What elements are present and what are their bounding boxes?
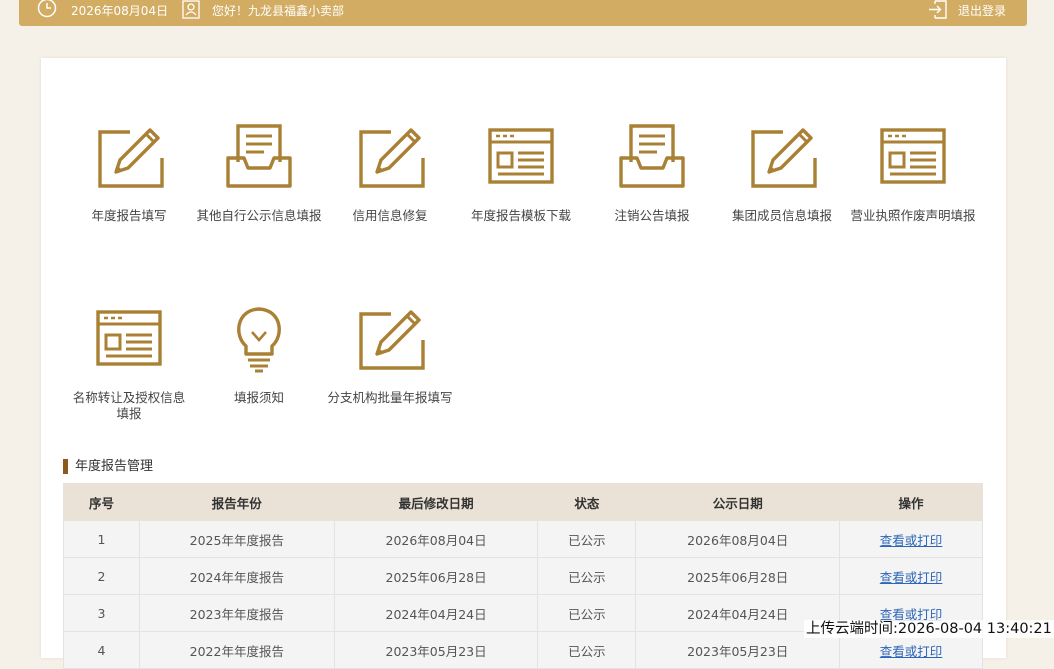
cell-status: 已公示 xyxy=(537,520,637,558)
user-icon xyxy=(182,0,200,19)
current-date: 2026年08月04日 xyxy=(71,3,169,18)
tile-label: 注销公告填报 xyxy=(614,208,690,223)
column-header: 操作 xyxy=(839,483,983,521)
tile-label: 其他自行公示信息填报 xyxy=(196,208,322,223)
cell-year: 2025年年度报告 xyxy=(138,520,335,558)
lightbulb-icon xyxy=(224,304,294,374)
column-header: 公示日期 xyxy=(635,483,841,521)
tile-annual-report-fill[interactable]: 年度报告填写 xyxy=(63,122,195,224)
edit-form-icon xyxy=(747,122,817,192)
table-row: 1 2025年年度报告 2026年08月04日 已公示 2026年08月04日 … xyxy=(63,520,983,558)
cell-action: 查看或打印 xyxy=(839,557,983,595)
cell-published: 2026年08月04日 xyxy=(635,520,841,558)
tile-label: 年度报告填写 xyxy=(91,208,167,223)
table-row: 2 2024年年度报告 2025年06月28日 已公示 2025年06月28日 … xyxy=(63,557,983,595)
tile-license-void[interactable]: 营业执照作废声明填报 xyxy=(847,122,979,224)
clock-icon xyxy=(37,0,57,18)
view-print-link[interactable]: 查看或打印 xyxy=(880,644,943,659)
column-header: 最后修改日期 xyxy=(333,483,539,521)
inbox-tray-icon xyxy=(617,122,687,192)
inbox-tray-icon xyxy=(224,122,294,192)
cell-status: 已公示 xyxy=(537,557,637,595)
cell-published: 2025年06月28日 xyxy=(635,557,841,595)
section-title: 年度报告管理 xyxy=(63,459,153,474)
cell-index: 1 xyxy=(63,520,140,558)
edit-form-icon xyxy=(355,122,425,192)
tile-label: 年度报告模板下载 xyxy=(470,208,571,223)
cell-modified: 2024年04月24日 xyxy=(333,594,539,632)
tile-label: 分支机构批量年报填写 xyxy=(327,390,453,405)
browser-template-icon xyxy=(878,122,948,192)
cell-status: 已公示 xyxy=(537,631,637,669)
user-greeting: 您好！九龙县福鑫小卖部 xyxy=(182,0,344,20)
logout-label: 退出登录 xyxy=(958,3,1007,18)
column-header: 状态 xyxy=(537,483,637,521)
view-print-link[interactable]: 查看或打印 xyxy=(880,533,943,548)
tile-label: 信用信息修复 xyxy=(352,208,428,223)
tile-filing-notice[interactable]: 填报须知 xyxy=(193,304,325,406)
tile-credit-repair[interactable]: 信用信息修复 xyxy=(324,122,456,224)
tile-other-disclosure[interactable]: 其他自行公示信息填报 xyxy=(193,122,325,224)
tile-label: 名称转让及授权信息填报 xyxy=(72,390,186,421)
tile-label: 填报须知 xyxy=(233,390,284,405)
browser-template-icon xyxy=(94,304,164,374)
cell-index: 4 xyxy=(63,631,140,669)
annual-report-table: 序号 报告年份 最后修改日期 状态 公示日期 操作 1 2025年年度报告 20… xyxy=(63,483,983,669)
edit-form-icon xyxy=(355,304,425,374)
column-header: 序号 xyxy=(63,483,140,521)
cell-year: 2022年年度报告 xyxy=(138,631,335,669)
date-display: 2026年08月04日 xyxy=(36,0,168,20)
top-bar: 2026年08月04日 您好！九龙县福鑫小卖部 退出登录 xyxy=(19,0,1027,26)
cell-status: 已公示 xyxy=(537,594,637,632)
cell-year: 2024年年度报告 xyxy=(138,557,335,595)
tile-name-transfer[interactable]: 名称转让及授权信息填报 xyxy=(63,304,195,422)
cell-year: 2023年年度报告 xyxy=(138,594,335,632)
upload-timestamp: 上传云端时间:2026-08-04 13:40:21 xyxy=(804,620,1054,638)
cell-modified: 2023年05月23日 xyxy=(333,631,539,669)
edit-form-icon xyxy=(94,122,164,192)
tile-label: 营业执照作废声明填报 xyxy=(850,208,976,223)
greeting-text: 您好！九龙县福鑫小卖部 xyxy=(212,3,345,18)
cell-index: 2 xyxy=(63,557,140,595)
cell-index: 3 xyxy=(63,594,140,632)
logout-button[interactable]: 退出登录 xyxy=(928,0,1006,20)
tile-template-download[interactable]: 年度报告模板下载 xyxy=(455,122,587,224)
tile-cancellation-notice[interactable]: 注销公告填报 xyxy=(586,122,718,224)
tile-label: 集团成员信息填报 xyxy=(731,208,832,223)
logout-icon xyxy=(929,0,947,19)
cell-action: 查看或打印 xyxy=(839,520,983,558)
cell-modified: 2026年08月04日 xyxy=(333,520,539,558)
tile-group-members[interactable]: 集团成员信息填报 xyxy=(716,122,848,224)
browser-template-icon xyxy=(486,122,556,192)
view-print-link[interactable]: 查看或打印 xyxy=(880,570,943,585)
table-header-row: 序号 报告年份 最后修改日期 状态 公示日期 操作 xyxy=(63,483,983,521)
tile-branch-batch[interactable]: 分支机构批量年报填写 xyxy=(324,304,456,406)
column-header: 报告年份 xyxy=(138,483,335,521)
cell-modified: 2025年06月28日 xyxy=(333,557,539,595)
